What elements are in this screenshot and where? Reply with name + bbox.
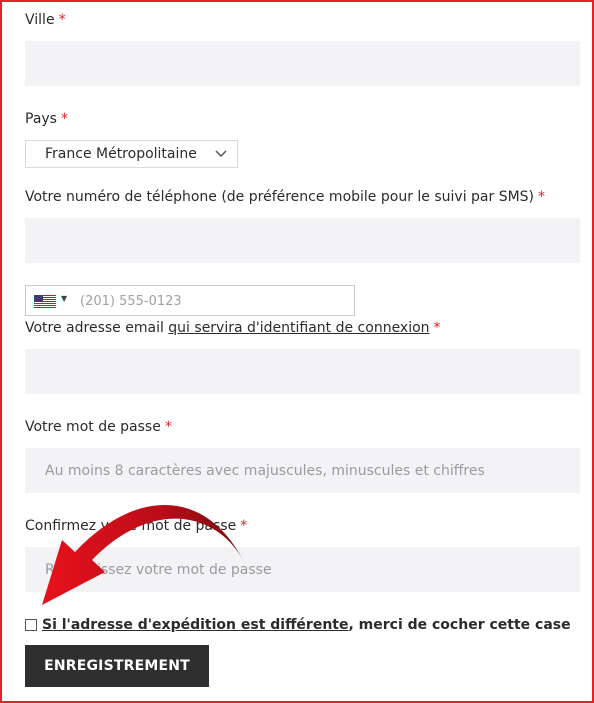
email-input[interactable]: [25, 349, 580, 394]
shipping-address-option[interactable]: Si l'adresse d'expédition est différente…: [25, 617, 571, 633]
city-label: Ville *: [25, 12, 66, 28]
chevron-down-icon: [215, 150, 227, 158]
us-flag-icon[interactable]: [34, 295, 56, 308]
confirm-password-input[interactable]: [25, 547, 580, 592]
country-label: Pays *: [25, 111, 68, 127]
country-dropdown-caret-icon[interactable]: ▼: [61, 294, 67, 303]
phone-number-input[interactable]: [78, 286, 352, 317]
intl-phone-input[interactable]: ▼: [25, 285, 355, 317]
shipping-checkbox-link[interactable]: Si l'adresse d'expédition est différente: [42, 617, 348, 633]
email-identifier-link[interactable]: qui servira d'identifiant de connexion: [168, 320, 429, 336]
password-label: Votre mot de passe *: [25, 419, 172, 435]
country-select[interactable]: France Métropolitaine: [25, 140, 238, 168]
shipping-checkbox[interactable]: [25, 619, 37, 631]
phone-label: Votre numéro de téléphone (de préférence…: [25, 189, 546, 205]
shipping-checkbox-text: , merci de cocher cette case: [348, 617, 571, 633]
email-label: Votre adresse email qui servira d'identi…: [25, 320, 441, 336]
phone-field[interactable]: [25, 218, 580, 263]
password-input[interactable]: [25, 448, 580, 493]
city-input[interactable]: [25, 41, 580, 86]
country-selected-value: France Métropolitaine: [45, 146, 197, 162]
register-button[interactable]: ENREGISTREMENT: [25, 645, 209, 687]
confirm-password-label: Confirmez votre mot de passe *: [25, 518, 248, 534]
